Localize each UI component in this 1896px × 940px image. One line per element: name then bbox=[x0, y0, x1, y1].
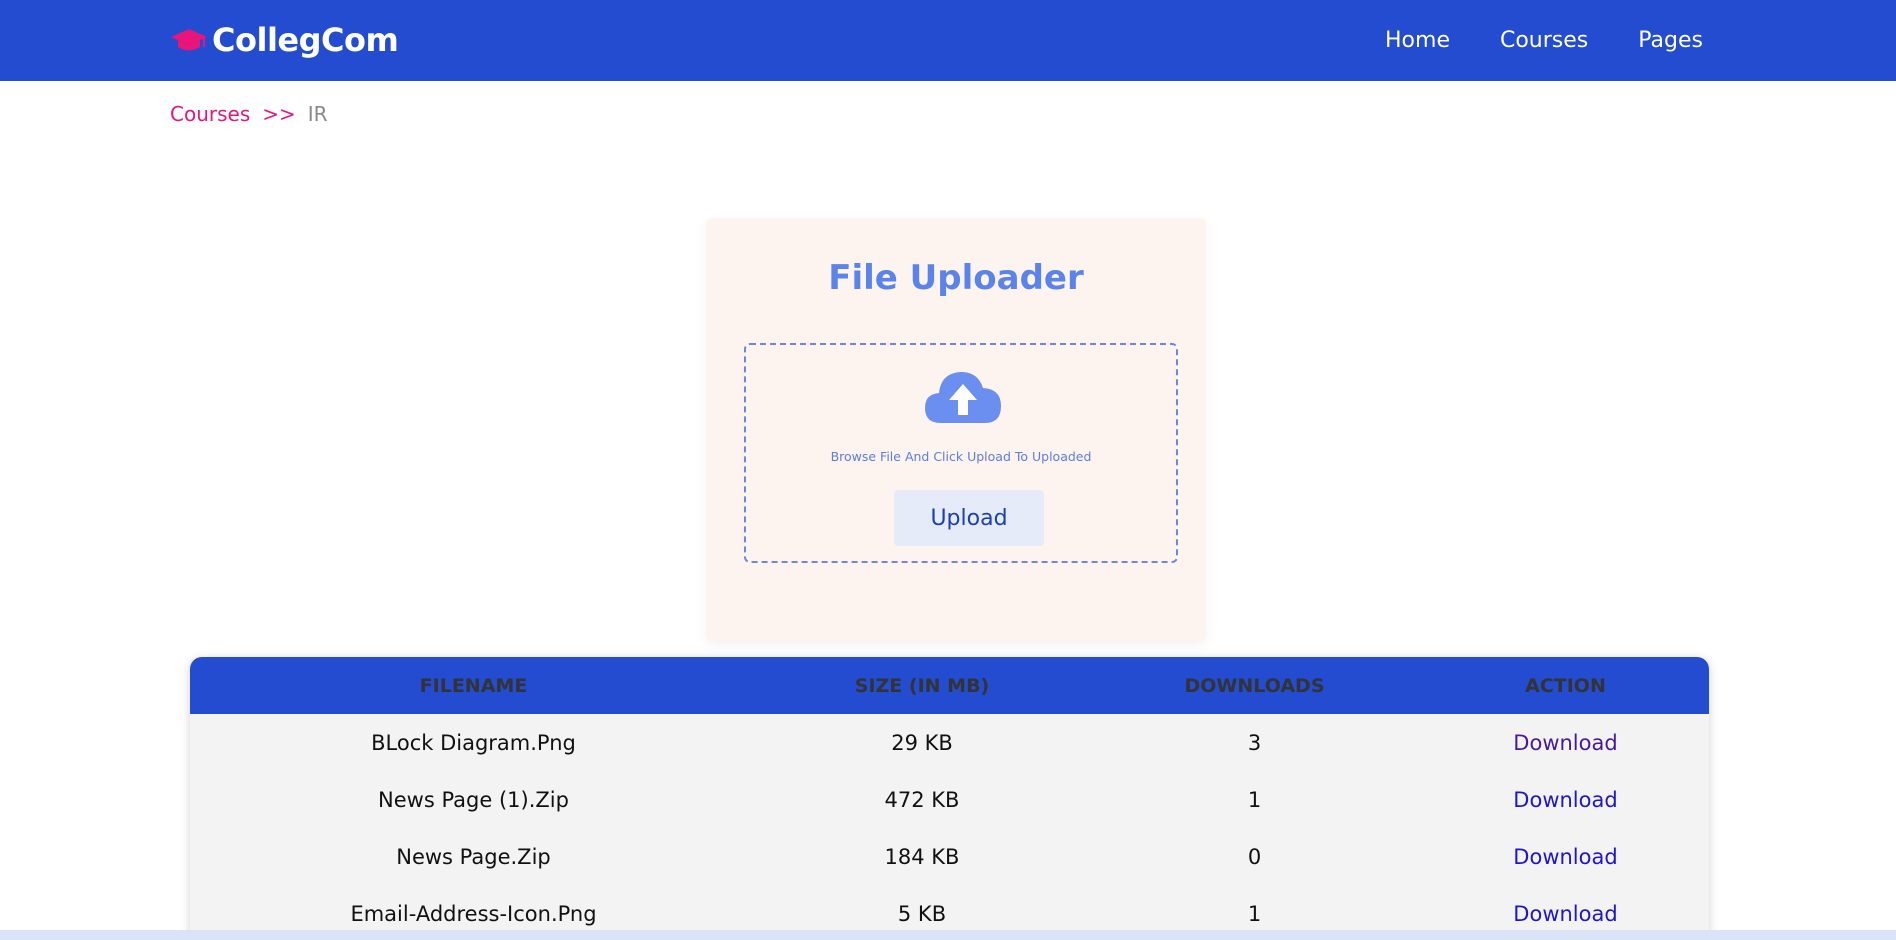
download-link[interactable]: Download bbox=[1513, 788, 1617, 812]
cloud-upload-icon[interactable] bbox=[923, 367, 1003, 429]
breadcrumb-current: IR bbox=[307, 102, 328, 126]
table-header-row: FILENAME SIZE (IN MB) DOWNLOADS ACTION bbox=[190, 657, 1709, 714]
table-row: BLock Diagram.Png 29 KB 3 Download bbox=[190, 714, 1709, 771]
cell-filename: News Page.Zip bbox=[396, 844, 551, 869]
download-link[interactable]: Download bbox=[1513, 731, 1617, 755]
brand-name: CollegCom bbox=[212, 21, 399, 59]
cell-filename: News Page (1).Zip bbox=[378, 787, 569, 812]
cell-action: Download bbox=[1422, 828, 1709, 885]
nav-item-home[interactable]: Home bbox=[1385, 28, 1450, 53]
download-link[interactable]: Download bbox=[1513, 902, 1617, 926]
upload-hint: Browse File And Click Upload To Uploaded bbox=[830, 449, 1092, 464]
table-row: News Page.Zip 184 KB 0 Download bbox=[190, 828, 1709, 885]
header-action: ACTION bbox=[1422, 657, 1709, 714]
cell-filename: BLock Diagram.Png bbox=[371, 730, 576, 755]
files-table: FILENAME SIZE (IN MB) DOWNLOADS ACTION B… bbox=[190, 657, 1709, 940]
cell-size: 472 KB bbox=[884, 787, 960, 812]
upload-button[interactable]: Upload bbox=[894, 490, 1044, 546]
cell-downloads: 3 bbox=[1247, 730, 1262, 755]
header-size: SIZE (IN MB) bbox=[757, 657, 1087, 714]
download-link[interactable]: Download bbox=[1513, 845, 1617, 869]
uploader-title: File Uploader bbox=[828, 258, 1084, 298]
brand-logo[interactable]: CollegCom bbox=[170, 18, 399, 62]
cell-size: 29 KB bbox=[891, 730, 953, 755]
bottom-strip bbox=[0, 930, 1896, 940]
cell-downloads: 1 bbox=[1247, 787, 1262, 812]
header-filename: FILENAME bbox=[190, 657, 757, 714]
file-drop-zone[interactable]: Browse File And Click Upload To Uploaded… bbox=[744, 343, 1178, 563]
breadcrumb-courses-link[interactable]: Courses bbox=[170, 102, 250, 126]
table-row: News Page (1).Zip 472 KB 1 Download bbox=[190, 771, 1709, 828]
nav-item-pages[interactable]: Pages bbox=[1638, 28, 1703, 53]
cell-action: Download bbox=[1422, 714, 1709, 771]
top-navbar: CollegCom Home Courses Pages bbox=[0, 0, 1896, 81]
breadcrumb: Courses >> IR bbox=[170, 102, 328, 126]
cell-size: 184 KB bbox=[884, 844, 960, 869]
file-uploader-card: File Uploader Browse File And Click Uplo… bbox=[706, 218, 1206, 641]
files-table-container: FILENAME SIZE (IN MB) DOWNLOADS ACTION B… bbox=[190, 657, 1709, 940]
nav-item-courses[interactable]: Courses bbox=[1500, 28, 1588, 53]
graduation-cap-icon bbox=[170, 26, 208, 54]
cell-downloads: 0 bbox=[1247, 844, 1262, 869]
nav-links: Home Courses Pages bbox=[1335, 0, 1703, 81]
breadcrumb-separator: >> bbox=[262, 102, 296, 126]
cell-action: Download bbox=[1422, 771, 1709, 828]
header-downloads: DOWNLOADS bbox=[1087, 657, 1422, 714]
